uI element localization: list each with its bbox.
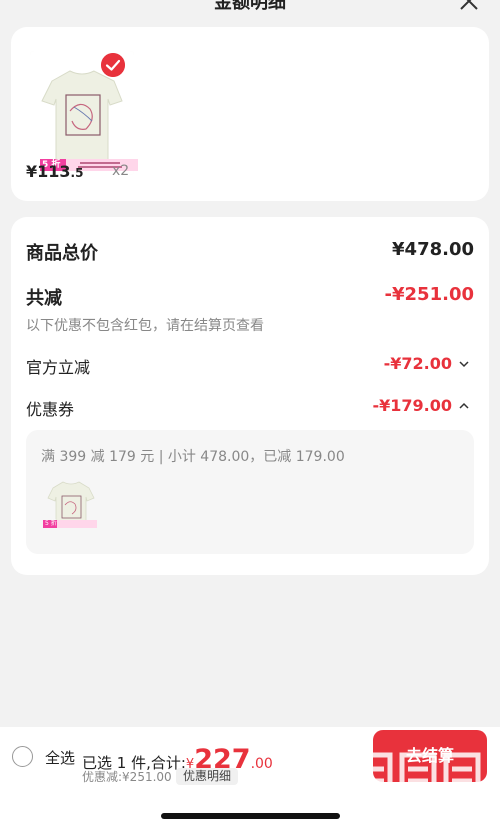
discount-detail-button[interactable]: 优惠明细 [176,768,239,785]
total-value: ¥478.00 [392,239,474,260]
bottom-bar: 全选 已选 1 件,合计:¥227.00 优惠减:¥251.00 优惠明细 去结… [0,727,500,830]
coupon-item-thumbnail: 5 折 [41,474,101,534]
chevron-down-icon[interactable] [458,358,470,370]
total-label: 商品总价 [26,243,98,264]
coupon-thumb-tag: 5 折 [45,520,57,527]
home-indicator [161,813,340,819]
item-quantity: x2 [112,163,130,179]
official-label: 官方立减 [26,358,91,377]
chevron-up-icon[interactable] [458,400,470,412]
coupon-detail-text: 满 399 减 179 元 | 小计 478.00，已减 179.00 [41,449,345,465]
discount-summary: 优惠减:¥251.00 [82,770,172,784]
coupon-label: 优惠券 [26,400,75,419]
reduce-label: 共减 [26,288,62,309]
page-title: 金额明细 [214,0,286,13]
select-all-radio[interactable] [12,746,33,767]
item-price-cents: .5 [70,166,84,180]
reduce-value: -¥251.00 [384,284,474,305]
summary-card: 商品总价 ¥478.00 共减 -¥251.00 以下优惠不包含红包，请在结算页… [11,217,489,575]
checkmark-icon[interactable] [101,53,125,77]
item-price-main: ¥113 [26,162,71,181]
watermark-text: zhizhizhi.com [355,812,450,828]
item-price: ¥113.5 [26,162,83,181]
total-amount-cents: .00 [250,756,273,772]
discount-note: 以下优惠不包含红包，请在结算页查看 [26,318,264,334]
coupon-value: -¥179.00 [372,396,452,415]
select-all-label[interactable]: 全选 [45,747,75,768]
coupon-detail-box: 满 399 减 179 元 | 小计 478.00，已减 179.00 5 折 [26,430,474,554]
official-value: -¥72.00 [383,354,452,373]
close-icon[interactable] [458,0,480,12]
header: 金额明细 [0,0,500,22]
product-card: 5 折 ¥113.5 x2 [11,27,489,201]
